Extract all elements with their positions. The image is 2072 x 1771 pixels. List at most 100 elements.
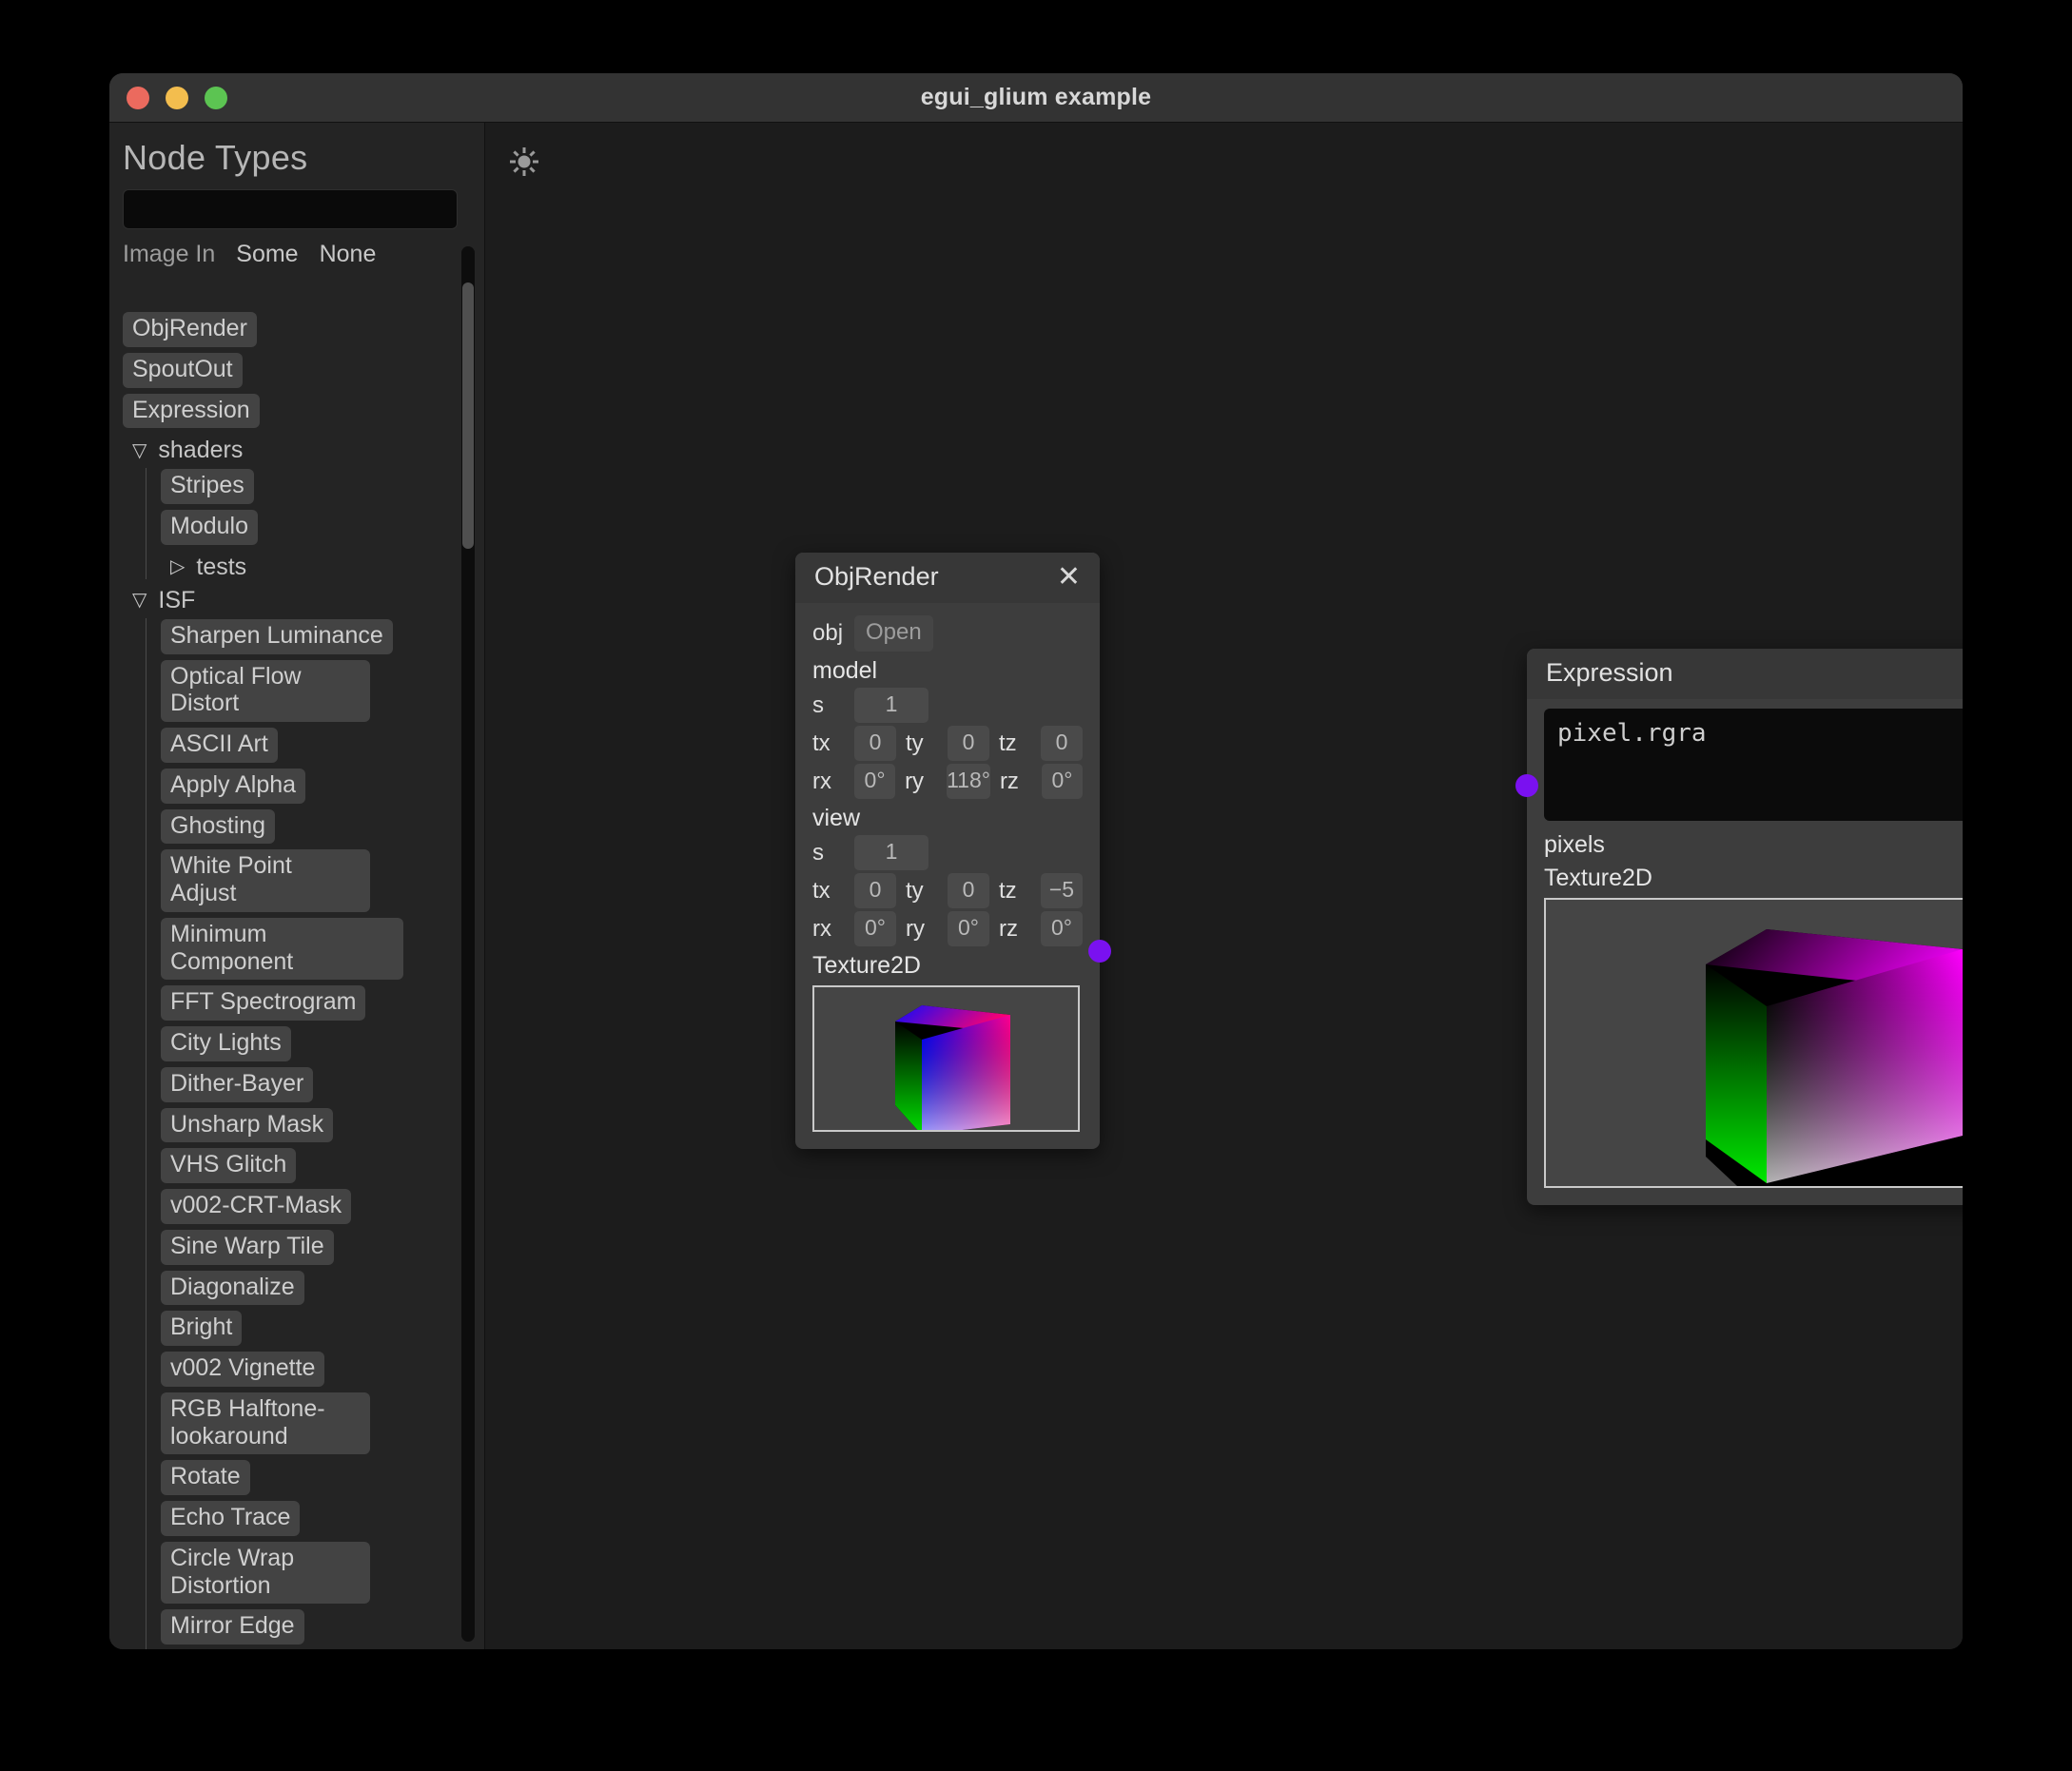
node-objrender-body: obj Open model s 1 tx 0 ty 0 tz 0 rx 0° … bbox=[795, 603, 1111, 1149]
connection-wire-layer bbox=[485, 123, 771, 265]
expression-output-label: Texture2D bbox=[1544, 865, 1652, 891]
model-tz-field[interactable]: 0 bbox=[1041, 726, 1083, 761]
open-button[interactable]: Open bbox=[854, 615, 933, 652]
node-type-bright[interactable]: Bright bbox=[161, 1311, 243, 1346]
view-rz-label: rz bbox=[999, 915, 1018, 942]
view-rx-field[interactable]: 0° bbox=[854, 911, 896, 946]
node-expression-title: Expression bbox=[1546, 658, 1673, 687]
model-rx-field[interactable]: 0° bbox=[854, 764, 896, 799]
model-rz-label: rz bbox=[999, 768, 1019, 794]
node-type-white-point-adjust[interactable]: White Point Adjust bbox=[161, 849, 370, 912]
node-type-minimum-component[interactable]: Minimum Component bbox=[161, 917, 403, 981]
sidebar-scrollbar-thumb[interactable] bbox=[462, 282, 474, 549]
node-type-city-lights[interactable]: City Lights bbox=[161, 1026, 291, 1061]
view-s-field[interactable]: 1 bbox=[854, 835, 928, 870]
node-type-v002-vignette[interactable]: v002 Vignette bbox=[161, 1352, 325, 1387]
close-icon[interactable]: ✕ bbox=[1053, 562, 1085, 592]
expression-input-port[interactable] bbox=[1515, 774, 1538, 797]
expression-input-label: pixels bbox=[1544, 831, 1605, 858]
chevron-down-icon: ▽ bbox=[132, 439, 147, 461]
sidebar-scrollbar[interactable] bbox=[461, 246, 475, 1642]
node-type-ascii-art[interactable]: ASCII Art bbox=[161, 728, 278, 763]
node-type-vhs-glitch[interactable]: VHS Glitch bbox=[161, 1148, 297, 1183]
tree-group-tests[interactable]: ▷ tests bbox=[170, 554, 484, 581]
node-type-sharpen-luminance[interactable]: Sharpen Luminance bbox=[161, 618, 393, 654]
view-rz-field[interactable]: 0° bbox=[1041, 911, 1083, 946]
model-ty-field[interactable]: 0 bbox=[948, 726, 989, 761]
image-in-option-none[interactable]: None bbox=[320, 241, 377, 268]
traffic-lights bbox=[127, 86, 227, 109]
model-rx-label: rx bbox=[812, 768, 831, 794]
model-rz-field[interactable]: 0° bbox=[1041, 764, 1083, 799]
view-tx-field[interactable]: 0 bbox=[854, 873, 896, 908]
window-title: egui_glium example bbox=[920, 84, 1152, 110]
node-expression-header[interactable]: Expression ✕ bbox=[1527, 649, 1963, 699]
model-translate-row: tx 0 ty 0 tz 0 bbox=[812, 726, 1083, 761]
zoom-button[interactable] bbox=[205, 86, 227, 109]
window-body: Node Types Image In Some None ObjRender … bbox=[109, 123, 1963, 1649]
view-ry-label: ry bbox=[906, 915, 925, 942]
node-type-optical-flow-distort[interactable]: Optical Flow Distort bbox=[161, 659, 370, 722]
model-tz-label: tz bbox=[999, 730, 1017, 756]
app-window: egui_glium example Node Types Image In S… bbox=[109, 73, 1963, 1649]
node-objrender-title: ObjRender bbox=[814, 562, 939, 591]
node-type-spoutout[interactable]: SpoutOut bbox=[123, 352, 243, 388]
page-title: Node Types bbox=[123, 138, 308, 177]
node-type-modulo[interactable]: Modulo bbox=[161, 510, 258, 545]
objrender-output-port[interactable] bbox=[1088, 940, 1111, 963]
model-tx-field[interactable]: 0 bbox=[854, 726, 896, 761]
image-in-option-some[interactable]: Some bbox=[236, 241, 298, 268]
node-type-v002-crt-mask[interactable]: v002-CRT-Mask bbox=[161, 1189, 352, 1224]
node-type-echo-trace[interactable]: Echo Trace bbox=[161, 1501, 301, 1536]
sun-icon[interactable] bbox=[508, 146, 540, 178]
node-type-dither-bayer[interactable]: Dither-Bayer bbox=[161, 1066, 314, 1102]
node-type-unsharp-mask[interactable]: Unsharp Mask bbox=[161, 1107, 334, 1143]
view-translate-row: tx 0 ty 0 tz −5 bbox=[812, 873, 1083, 908]
node-type-circle-wrap-distortion[interactable]: Circle Wrap Distortion bbox=[161, 1541, 370, 1605]
window-titlebar[interactable]: egui_glium example bbox=[109, 73, 1963, 123]
view-s-label: s bbox=[812, 839, 824, 866]
objrender-output-label: Texture2D bbox=[812, 952, 921, 979]
expression-code-editor[interactable] bbox=[1544, 709, 1963, 821]
node-expression-body: pixels Texture2D bbox=[1515, 699, 1963, 1205]
node-type-stripes[interactable]: Stripes bbox=[161, 469, 254, 504]
node-type-rgb-halftone-lookaround[interactable]: RGB Halftone-lookaround bbox=[161, 1392, 370, 1455]
node-type-objrender[interactable]: ObjRender bbox=[123, 312, 257, 347]
model-s-field[interactable]: 1 bbox=[854, 688, 928, 723]
node-graph-canvas[interactable]: ObjRender ✕ obj Open model s 1 tx 0 ty 0… bbox=[485, 123, 1963, 1649]
view-ty-field[interactable]: 0 bbox=[948, 873, 989, 908]
node-type-sine-warp-tile[interactable]: Sine Warp Tile bbox=[161, 1229, 334, 1265]
tree-group-tests-label: tests bbox=[196, 553, 247, 580]
close-button[interactable] bbox=[127, 86, 149, 109]
chevron-right-icon: ▷ bbox=[170, 556, 186, 578]
node-type-diagonalize[interactable]: Diagonalize bbox=[161, 1270, 304, 1306]
tree-group-shaders[interactable]: ▽ shaders bbox=[132, 437, 484, 464]
node-objrender-header[interactable]: ObjRender ✕ bbox=[795, 553, 1100, 603]
tree-group-isf-children: Sharpen Luminance Optical Flow Distort ASC… bbox=[146, 616, 484, 1649]
node-type-ghosting[interactable]: Ghosting bbox=[161, 808, 276, 845]
view-scale-row: s 1 bbox=[812, 835, 1083, 870]
image-in-row: Image In Some None bbox=[109, 229, 484, 274]
node-objrender[interactable]: ObjRender ✕ obj Open model s 1 tx 0 ty 0… bbox=[795, 553, 1111, 1149]
view-section-label: view bbox=[812, 805, 861, 831]
tree-group-shaders-children: Stripes Modulo ▷ tests bbox=[146, 466, 484, 581]
view-rx-label: rx bbox=[812, 915, 831, 942]
objrender-texture-preview bbox=[812, 985, 1080, 1132]
node-type-fft-spectrogram[interactable]: FFT Spectrogram bbox=[161, 985, 366, 1021]
node-type-rotate[interactable]: Rotate bbox=[161, 1460, 250, 1495]
node-expression[interactable]: Expression ✕ pixels Texture2D bbox=[1515, 649, 1963, 1205]
minimize-button[interactable] bbox=[166, 86, 188, 109]
node-type-mirror-edge[interactable]: Mirror Edge bbox=[161, 1609, 304, 1644]
model-ry-field[interactable]: 118° bbox=[947, 764, 990, 799]
tree-group-isf[interactable]: ▽ ISF bbox=[132, 587, 484, 614]
node-type-expression[interactable]: Expression bbox=[123, 393, 260, 429]
model-scale-row: s 1 bbox=[812, 688, 1083, 723]
node-types-sidebar: Node Types Image In Some None ObjRender … bbox=[109, 123, 485, 1649]
view-ry-field[interactable]: 0° bbox=[948, 911, 989, 946]
model-ry-label: ry bbox=[905, 768, 925, 794]
expression-texture-preview bbox=[1544, 898, 1963, 1188]
node-type-apply-alpha[interactable]: Apply Alpha bbox=[161, 768, 306, 804]
view-tz-field[interactable]: −5 bbox=[1041, 873, 1083, 908]
model-tx-label: tx bbox=[812, 730, 831, 756]
search-input[interactable] bbox=[123, 189, 458, 229]
